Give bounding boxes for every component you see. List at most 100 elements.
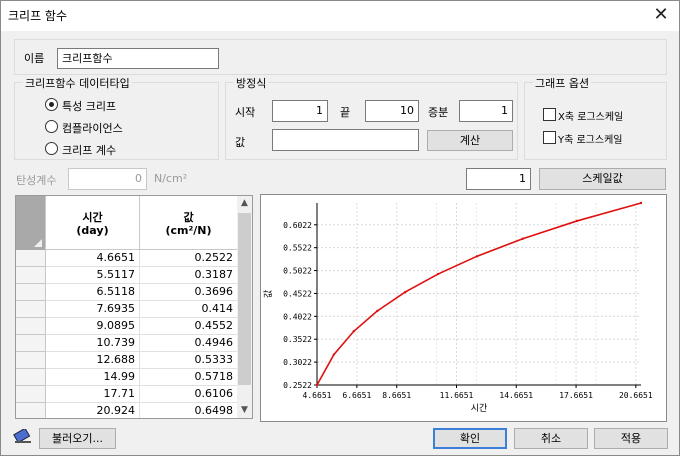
- radio-label-characteristic-creep: 특성 크리프: [62, 100, 117, 113]
- time-cell[interactable]: 12.688: [46, 352, 140, 369]
- elastic-modulus-label: 탄성계수: [16, 174, 57, 187]
- scale-button[interactable]: 스케일값: [539, 168, 666, 190]
- time-cell[interactable]: 7.6935: [46, 301, 140, 318]
- load-button[interactable]: 불러오기...: [39, 428, 116, 449]
- data-point: [639, 201, 643, 205]
- x-tick-label: 6.6651: [342, 391, 371, 400]
- data-point: [376, 309, 379, 313]
- column-header-value-name: 값: [183, 211, 194, 224]
- table-row[interactable]: 20.924 0.6498: [16, 403, 238, 418]
- time-cell[interactable]: 9.0895: [46, 318, 140, 335]
- table-vertical-scrollbar[interactable]: ▲ ▼: [237, 196, 252, 418]
- value-cell[interactable]: 0.3696: [140, 284, 238, 301]
- y-tick-label: 0.3022: [283, 358, 312, 367]
- row-header[interactable]: [16, 318, 46, 335]
- value-cell[interactable]: 0.4552: [140, 318, 238, 335]
- table-row[interactable]: 9.0895 0.4552: [16, 318, 238, 335]
- datatype-group: 크리프함수 데이터타입 특성 크리프 컴플라이언스 크리프 계수: [14, 75, 219, 160]
- apply-button[interactable]: 적용: [594, 428, 668, 449]
- data-point: [436, 272, 440, 276]
- increment-input[interactable]: 1: [459, 100, 513, 122]
- radio-characteristic-creep[interactable]: [45, 98, 58, 111]
- scale-input[interactable]: 1: [466, 168, 531, 190]
- value-input[interactable]: [272, 129, 419, 151]
- value-cell[interactable]: 0.5718: [140, 369, 238, 386]
- column-header-value-unit: (cm²/N): [165, 224, 212, 237]
- data-table[interactable]: 시간 (day) 값 (cm²/N) 4.6651 0.2522 5.5117 0.3…: [15, 195, 253, 419]
- name-group: 이름 크리프함수: [14, 39, 667, 75]
- calculate-button[interactable]: 계산: [427, 130, 513, 151]
- row-header[interactable]: [16, 250, 46, 267]
- y-log-checkbox[interactable]: [543, 131, 556, 144]
- table-row[interactable]: 4.6651 0.2522: [16, 250, 238, 267]
- row-header[interactable]: [16, 267, 46, 284]
- data-point: [315, 383, 319, 387]
- x-tick-label: 17.6651: [559, 391, 593, 400]
- close-icon[interactable]: ✕: [649, 4, 673, 26]
- value-cell[interactable]: 0.3187: [140, 267, 238, 284]
- row-header[interactable]: [16, 301, 46, 318]
- name-input[interactable]: 크리프함수: [57, 48, 219, 69]
- x-tick-label: 14.6651: [499, 391, 533, 400]
- eraser-icon[interactable]: [13, 427, 33, 445]
- end-input[interactable]: 10: [365, 100, 419, 122]
- time-cell[interactable]: 5.5117: [46, 267, 140, 284]
- value-cell[interactable]: 0.6106: [140, 386, 238, 403]
- y-tick-label: 0.4522: [283, 289, 312, 298]
- radio-label-creep-coefficient: 크리프 계수: [62, 144, 117, 157]
- radio-label-compliance: 컴플라이언스: [62, 122, 123, 135]
- table-row[interactable]: 5.5117 0.3187: [16, 267, 238, 284]
- graph-options-legend: 그래프 옵션: [533, 75, 592, 91]
- row-header[interactable]: [16, 352, 46, 369]
- table-row[interactable]: 14.99 0.5718: [16, 369, 238, 386]
- time-cell[interactable]: 4.6651: [46, 250, 140, 267]
- row-header[interactable]: [16, 403, 46, 418]
- ok-button[interactable]: 확인: [433, 428, 507, 449]
- column-header-time[interactable]: 시간 (day): [46, 196, 140, 250]
- data-point: [403, 290, 407, 294]
- row-header[interactable]: [16, 284, 46, 301]
- row-header[interactable]: [16, 386, 46, 403]
- value-cell[interactable]: 0.4946: [140, 335, 238, 352]
- table-row[interactable]: 12.688 0.5333: [16, 352, 238, 369]
- x-axis-label: 시간: [471, 403, 488, 414]
- table-row[interactable]: 6.5118 0.3696: [16, 284, 238, 301]
- elastic-modulus-unit: N/cm²: [154, 172, 188, 185]
- select-all-corner[interactable]: [16, 196, 46, 250]
- series-line: [316, 202, 642, 386]
- elastic-modulus-input: 0: [68, 168, 147, 190]
- time-cell[interactable]: 6.5118: [46, 284, 140, 301]
- value-cell[interactable]: 0.414: [140, 301, 238, 318]
- time-cell[interactable]: 20.924: [46, 403, 140, 418]
- start-label: 시작: [235, 106, 256, 119]
- row-header[interactable]: [16, 369, 46, 386]
- row-header[interactable]: [16, 335, 46, 352]
- value-cell[interactable]: 0.5333: [140, 352, 238, 369]
- table-row[interactable]: 7.6935 0.414: [16, 301, 238, 318]
- scroll-down-icon[interactable]: ▼: [237, 403, 252, 418]
- value-cell[interactable]: 0.6498: [140, 403, 238, 418]
- scroll-thumb[interactable]: [238, 213, 251, 385]
- x-tick-label: 20.6651: [619, 391, 653, 400]
- y-tick-label: 0.6022: [283, 221, 312, 230]
- data-point: [575, 219, 579, 223]
- x-log-checkbox[interactable]: [543, 108, 556, 121]
- title-bar: 크리프 함수 ✕: [1, 1, 679, 31]
- column-header-value[interactable]: 값 (cm²/N): [140, 196, 238, 250]
- start-input[interactable]: 1: [272, 100, 328, 122]
- x-tick-label: 4.6651: [303, 391, 332, 400]
- radio-compliance[interactable]: [45, 120, 58, 133]
- value-cell[interactable]: 0.2522: [140, 250, 238, 267]
- cancel-button[interactable]: 취소: [514, 428, 588, 449]
- scroll-up-icon[interactable]: ▲: [237, 196, 252, 211]
- x-tick-label: 11.6651: [440, 391, 474, 400]
- y-log-label: Y축 로그스케일: [558, 135, 623, 146]
- time-cell[interactable]: 14.99: [46, 369, 140, 386]
- time-cell[interactable]: 10.739: [46, 335, 140, 352]
- table-row[interactable]: 17.71 0.6106: [16, 386, 238, 403]
- time-cell[interactable]: 17.71: [46, 386, 140, 403]
- table-row[interactable]: 10.739 0.4946: [16, 335, 238, 352]
- name-label: 이름: [24, 52, 45, 65]
- radio-creep-coefficient[interactable]: [45, 142, 58, 155]
- end-label: 끝: [340, 106, 351, 119]
